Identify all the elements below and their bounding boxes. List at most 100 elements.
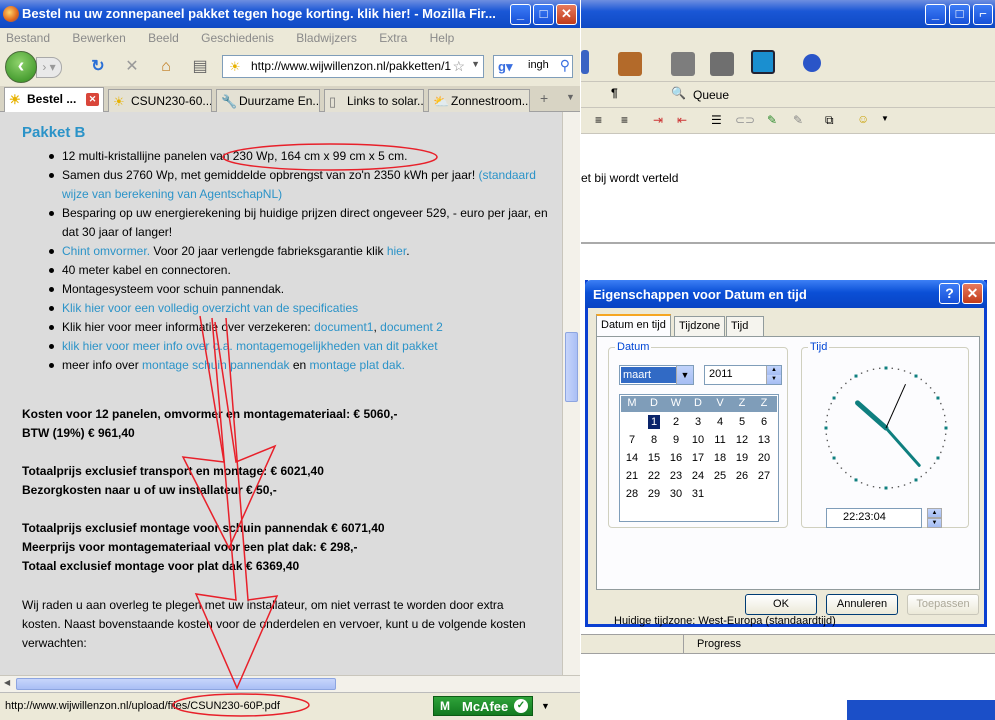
smiley-icon[interactable]: ☺: [857, 112, 869, 126]
calendar-day[interactable]: 3: [687, 413, 709, 431]
search-icon[interactable]: ⚲: [560, 57, 570, 74]
pitched-roof-link[interactable]: montage schuin pannendak: [142, 358, 289, 372]
year-up-icon[interactable]: ▲: [766, 366, 781, 375]
time-up-icon[interactable]: ▲: [927, 508, 942, 518]
minimize-button[interactable]: _: [510, 4, 531, 25]
vertical-scrollbar[interactable]: [562, 112, 580, 675]
calendar-day[interactable]: 28: [621, 485, 643, 503]
calendar-day[interactable]: 27: [753, 467, 775, 485]
word-minimize-button[interactable]: _: [925, 4, 946, 25]
help-button[interactable]: ?: [939, 283, 960, 304]
word-document-upper[interactable]: et bij wordt verteld: [581, 134, 995, 244]
calendar-day[interactable]: 23: [665, 467, 687, 485]
horizontal-scrollbar-thumb[interactable]: [16, 678, 336, 690]
calendar-day[interactable]: 24: [687, 467, 709, 485]
apply-button[interactable]: Toepassen: [907, 594, 979, 615]
hier-link[interactable]: hier: [387, 244, 406, 258]
chint-link[interactable]: Chint omvormer.: [62, 244, 150, 258]
search-input[interactable]: g▾ ingh ⚲: [493, 55, 573, 78]
url-bar[interactable]: ☀ http://www.wijwillenzon.nl/pakketten/1…: [222, 55, 484, 78]
tab-links-solar[interactable]: ▯ Links to solar...: [324, 89, 424, 112]
menu-geschiedenis[interactable]: Geschiedenis: [201, 31, 274, 45]
calendar-day[interactable]: 6: [753, 413, 775, 431]
google-icon[interactable]: g▾: [498, 59, 512, 75]
calendar-day[interactable]: 13: [753, 431, 775, 449]
scrollbar-thumb[interactable]: [565, 332, 578, 402]
tools-icon[interactable]: ✎: [793, 113, 803, 127]
calendar-day[interactable]: 12: [731, 431, 753, 449]
spellcheck-icon[interactable]: ✎: [767, 113, 777, 127]
calendar-day[interactable]: 9: [665, 431, 687, 449]
calendar-day[interactable]: 7: [621, 431, 643, 449]
calendar-day[interactable]: 25: [709, 467, 731, 485]
tab-list-icon[interactable]: ▼: [566, 92, 575, 102]
document2-link[interactable]: document 2: [380, 320, 443, 334]
year-down-icon[interactable]: ▼: [766, 375, 781, 384]
tab-close-icon[interactable]: ✕: [86, 93, 99, 106]
calendar-day[interactable]: 21: [621, 467, 643, 485]
forward-button[interactable]: › ▾: [36, 57, 62, 78]
calendar-day[interactable]: 14: [621, 449, 643, 467]
cancel-button[interactable]: Annuleren: [826, 594, 898, 615]
document1-link[interactable]: document1: [314, 320, 373, 334]
list-icon[interactable]: ☰: [711, 113, 722, 127]
tab-duurzame[interactable]: 🔧 Duurzame En...: [216, 89, 320, 112]
scroll-left-icon[interactable]: ◀: [4, 678, 10, 687]
calendar-day[interactable]: 20: [753, 449, 775, 467]
close-button[interactable]: ✕: [556, 4, 577, 25]
calendar-day[interactable]: 1: [643, 413, 665, 431]
speaker-icon[interactable]: [803, 54, 821, 72]
menu-bestand[interactable]: Bestand: [6, 31, 50, 45]
specs-link[interactable]: Klik hier voor een volledig overzicht va…: [62, 301, 358, 315]
close-button[interactable]: ✕: [962, 283, 983, 304]
tab-timezone[interactable]: Tijdzone: [674, 316, 726, 336]
outdent-icon[interactable]: ⇤: [677, 113, 687, 127]
calendar-day[interactable]: 29: [643, 485, 665, 503]
url-dropdown-icon[interactable]: ▼: [471, 59, 480, 69]
calendar-day[interactable]: 17: [687, 449, 709, 467]
word-maximize-button[interactable]: □: [949, 4, 970, 25]
tab-zonnestroom[interactable]: ⛅ Zonnestroom...: [428, 89, 530, 112]
maximize-button[interactable]: □: [533, 4, 554, 25]
align-right-icon[interactable]: ≡: [621, 113, 628, 127]
calendar-day[interactable]: 15: [643, 449, 665, 467]
printer-setup-icon[interactable]: [710, 52, 734, 76]
calendar-day[interactable]: 10: [687, 431, 709, 449]
bookmark-star-icon[interactable]: ☆: [452, 58, 465, 75]
pilcrow-icon[interactable]: ¶: [611, 86, 618, 100]
calendar-day[interactable]: 16: [665, 449, 687, 467]
calendar-day[interactable]: 11: [709, 431, 731, 449]
horizontal-scrollbar[interactable]: ◀: [0, 675, 580, 692]
reload-icon[interactable]: ↻: [88, 57, 108, 77]
tab-csun230[interactable]: ☀ CSUN230-60...: [108, 89, 212, 112]
menu-bladwijzers[interactable]: Bladwijzers: [296, 31, 357, 45]
book-icon[interactable]: [618, 52, 642, 76]
calendar[interactable]: M D W D V Z Z 1 2 3 4 5 6 7 8 9 10 11 12 13 14 15 16 17 1…: [619, 394, 779, 522]
calendar-day[interactable]: 4: [709, 413, 731, 431]
month-dropdown-icon[interactable]: ▼: [676, 366, 693, 384]
link-icon[interactable]: ⊂⊃: [735, 113, 755, 127]
calendar-day[interactable]: 18: [709, 449, 731, 467]
help-icon[interactable]: [751, 50, 775, 74]
mcafee-badge[interactable]: M McAfee ✓: [433, 696, 533, 716]
year-spinner[interactable]: 2011 ▲ ▼: [704, 365, 782, 385]
menu-extra[interactable]: Extra: [379, 31, 407, 45]
align-left-icon[interactable]: ≡: [595, 113, 602, 127]
flat-roof-link[interactable]: montage plat dak.: [310, 358, 405, 372]
indent-icon[interactable]: ⇥: [653, 113, 663, 127]
back-button[interactable]: ‹: [5, 51, 37, 83]
smiley-dropdown-icon[interactable]: ▼: [881, 114, 889, 123]
mcafee-dropdown-icon[interactable]: ▼: [541, 701, 550, 711]
translate-icon[interactable]: ⧉: [825, 113, 834, 128]
time-input[interactable]: 22:23:04: [826, 508, 922, 528]
tab-date-time[interactable]: Datum en tijd: [596, 314, 671, 337]
time-down-icon[interactable]: ▼: [927, 518, 942, 528]
calendar-day[interactable]: 31: [687, 485, 709, 503]
print-icon[interactable]: ▤: [190, 57, 210, 77]
menu-beeld[interactable]: Beeld: [148, 31, 179, 45]
tab-bestel[interactable]: ☀ Bestel ... ✕: [4, 87, 104, 113]
new-tab-button[interactable]: +: [540, 90, 548, 106]
calendar-day[interactable]: 22: [643, 467, 665, 485]
mount-info-link[interactable]: klik hier voor meer info over o.a. monta…: [62, 339, 438, 353]
menu-bewerken[interactable]: Bewerken: [72, 31, 125, 45]
